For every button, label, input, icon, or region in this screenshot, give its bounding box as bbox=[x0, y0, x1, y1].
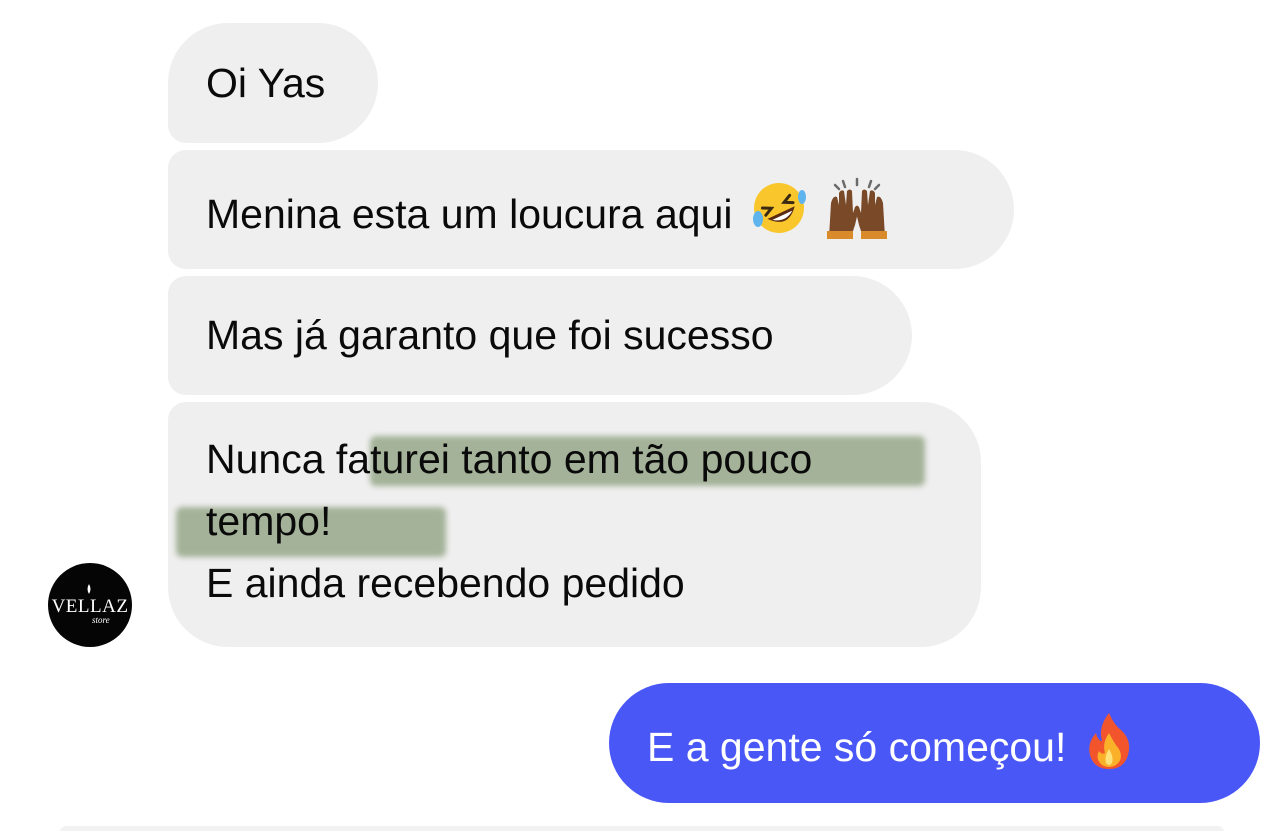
raising-hands-emoji-icon bbox=[825, 177, 889, 257]
avatar-brand-sub: store bbox=[92, 615, 110, 625]
received-message-bubble[interactable]: Oi Yas bbox=[168, 23, 378, 143]
received-message-bubble[interactable]: Mas já garanto que foi sucesso bbox=[168, 276, 912, 395]
message-text: Menina esta um loucura aqui bbox=[206, 190, 733, 237]
fire-emoji-icon bbox=[1084, 711, 1134, 789]
avatar-brand-name: VELLAZ bbox=[51, 596, 129, 617]
received-message-bubble[interactable]: Menina esta um loucura aqui bbox=[168, 150, 1014, 269]
avatar[interactable]: VELLAZ store bbox=[48, 563, 132, 647]
message-line: tempo! bbox=[206, 498, 332, 544]
candle-flame-icon bbox=[87, 584, 91, 594]
rolling-on-floor-laughing-emoji-icon bbox=[750, 179, 808, 255]
message-text: Mas já garanto que foi sucesso bbox=[206, 312, 774, 358]
received-message-bubble[interactable]: Nunca faturei tanto em tão pouco tempo! … bbox=[168, 402, 981, 647]
message-line: Nunca faturei tanto em tão pouco bbox=[206, 436, 813, 482]
message-text: Oi Yas bbox=[206, 60, 326, 106]
message-composer[interactable] bbox=[60, 826, 1224, 831]
chat-thread: Oi Yas Menina esta um loucura aqui Mas j… bbox=[0, 0, 1284, 831]
message-text: E a gente só começou! bbox=[647, 723, 1067, 770]
sent-message-bubble[interactable]: E a gente só começou! bbox=[609, 683, 1260, 803]
message-line: E ainda recebendo pedido bbox=[206, 560, 685, 606]
